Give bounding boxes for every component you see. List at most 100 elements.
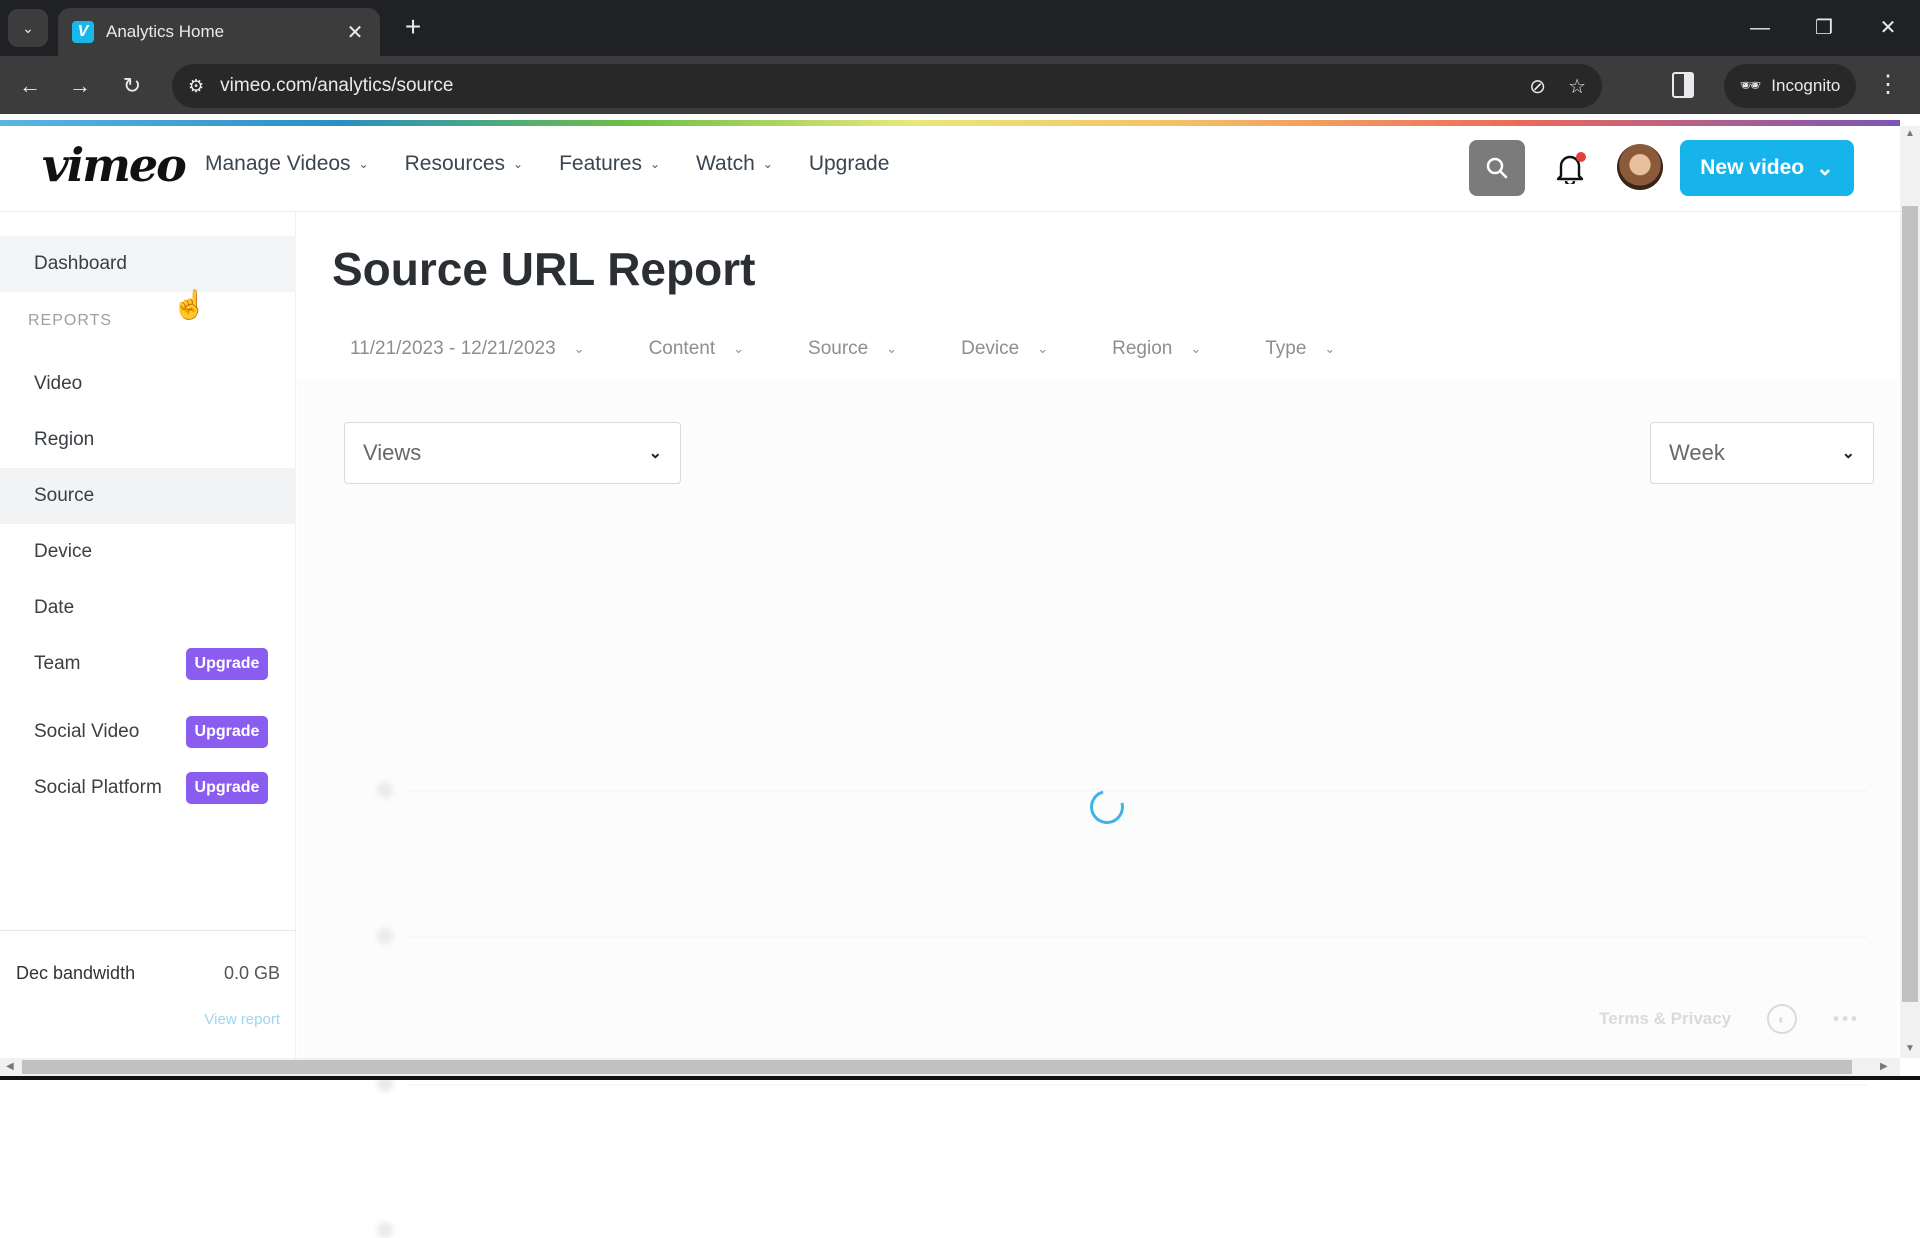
vimeo-favicon-icon: V <box>72 21 94 43</box>
placeholder-gridline <box>407 936 1867 938</box>
chevron-down-icon: ⌄ <box>762 157 773 171</box>
filter-region[interactable]: Region ⌄ <box>1112 338 1201 360</box>
arrow-left-icon: ← <box>19 73 41 98</box>
filter-type[interactable]: Type ⌄ <box>1265 338 1335 360</box>
sidebar-item-label: Social Video <box>34 721 140 742</box>
browser-tab[interactable]: V Analytics Home ✕ <box>58 8 380 56</box>
upgrade-badge[interactable]: Upgrade <box>186 716 268 748</box>
placeholder-gridline <box>407 790 1867 792</box>
sidebar-item-region[interactable]: Region <box>0 412 296 468</box>
filter-device[interactable]: Device ⌄ <box>961 338 1048 360</box>
scroll-right-icon[interactable]: ▶ <box>1880 1058 1888 1076</box>
filter-label: 11/21/2023 - 12/21/2023 <box>350 338 556 359</box>
nav-label: Manage Videos <box>205 152 351 175</box>
chevron-down-icon: ⌄ <box>1037 341 1049 356</box>
notifications-button[interactable] <box>1556 152 1588 187</box>
restore-button[interactable]: ❐ <box>1804 10 1844 46</box>
placeholder-gridline <box>407 1084 1867 1086</box>
new-tab-button[interactable]: + <box>396 10 430 44</box>
tab-title: Analytics Home <box>106 22 225 41</box>
nav-resources[interactable]: Resources ⌄ <box>405 152 523 176</box>
filter-source[interactable]: Source ⌄ <box>808 338 897 360</box>
nav-watch[interactable]: Watch ⌄ <box>696 152 773 176</box>
bandwidth-summary: Dec bandwidth 0.0 GB View report <box>0 930 296 1058</box>
incognito-indicator[interactable]: 🕶 Incognito <box>1724 64 1856 108</box>
sidebar-item-label: Device <box>34 541 93 562</box>
forward-button[interactable]: → <box>62 68 98 104</box>
sidebar-item-device[interactable]: Device <box>0 524 296 580</box>
side-panel-icon[interactable] <box>1672 72 1694 98</box>
chevron-down-icon: ⌄ <box>513 157 524 171</box>
nav-manage-videos[interactable]: Manage Videos ⌄ <box>205 152 369 176</box>
bandwidth-value: 0.0 GB <box>223 963 280 983</box>
filter-label: Region <box>1112 338 1173 359</box>
new-video-button[interactable]: New video ⌄ <box>1680 140 1854 196</box>
incognito-icon: 🕶 <box>1739 76 1762 95</box>
more-vertical-icon[interactable]: ⋮ <box>1876 70 1900 100</box>
plus-icon: + <box>404 11 422 42</box>
tab-search-button[interactable]: ⌄ <box>8 9 48 47</box>
star-icon[interactable]: ☆ <box>1568 74 1586 99</box>
nav-label: Features <box>559 152 642 175</box>
tune-icon[interactable]: ⚙ <box>188 76 204 97</box>
sidebar-item-source[interactable]: Source <box>0 468 296 524</box>
reload-button[interactable]: ↻ <box>114 68 150 104</box>
incognito-label: Incognito <box>1771 76 1841 95</box>
eye-off-icon[interactable]: ⊘ <box>1529 74 1546 99</box>
sidebar-item-date[interactable]: Date <box>0 580 296 636</box>
close-icon: ✕ <box>1879 17 1897 39</box>
vimeo-logo[interactable]: vimeo <box>42 138 187 192</box>
chevron-down-icon: ⌄ <box>649 157 661 171</box>
upgrade-badge[interactable]: Upgrade <box>186 772 268 804</box>
chevron-down-icon: ⌄ <box>22 19 34 36</box>
interval-select[interactable]: Week ⌄ <box>1650 422 1874 484</box>
view-report-link[interactable]: View report <box>204 1011 280 1028</box>
sidebar-item-label: Source <box>34 485 95 506</box>
chevron-down-icon: ⌄ <box>886 341 898 356</box>
address-bar[interactable]: ⚙ vimeo.com/analytics/source ⊘ ☆ <box>172 64 1602 108</box>
vertical-scrollbar[interactable]: ▲ ▼ <box>1900 126 1920 1058</box>
scroll-down-icon[interactable]: ▼ <box>1900 1043 1920 1054</box>
placeholder-tick <box>377 928 393 944</box>
theme-toggle-icon[interactable]: ◐ <box>1767 1004 1798 1034</box>
metric-select[interactable]: Views ⌄ <box>344 422 681 484</box>
chevron-down-icon: ⌄ <box>1816 156 1834 180</box>
nav-features[interactable]: Features ⌄ <box>559 152 660 176</box>
search-button[interactable] <box>1469 140 1525 196</box>
upgrade-badge[interactable]: Upgrade <box>186 648 268 680</box>
restore-icon: ❐ <box>1815 17 1833 39</box>
sidebar-item-video[interactable]: Video <box>0 356 296 412</box>
chevron-down-icon: ⌄ <box>648 445 662 462</box>
scroll-up-icon[interactable]: ▲ <box>1900 128 1920 139</box>
sidebar-item-label: Dashboard <box>34 253 127 274</box>
main-content: Source URL Report 11/21/2023 - 12/21/202… <box>297 212 1900 1238</box>
chevron-down-icon: ⌄ <box>1324 341 1336 356</box>
filter-date-range[interactable]: 11/21/2023 - 12/21/2023 ⌄ <box>350 338 585 360</box>
page-title: Source URL Report <box>332 243 756 295</box>
nav-upgrade[interactable]: Upgrade <box>809 152 890 176</box>
close-window-button[interactable]: ✕ <box>1868 10 1908 46</box>
filter-label: Type <box>1265 338 1307 359</box>
more-options-icon[interactable]: ••• <box>1833 1009 1860 1029</box>
sidebar-item-label: Video <box>34 373 83 394</box>
close-icon[interactable]: ✕ <box>344 20 366 45</box>
sidebar-item-dashboard[interactable]: Dashboard <box>0 236 296 292</box>
terms-privacy-link[interactable]: Terms & Privacy <box>1599 1009 1731 1029</box>
scrollbar-thumb[interactable] <box>1902 206 1918 1002</box>
filter-label: Content <box>648 338 716 359</box>
sidebar-item-label: Team <box>34 653 81 674</box>
nav-label: Resources <box>404 152 506 175</box>
scroll-left-icon[interactable]: ◀ <box>6 1058 14 1076</box>
browser-tab-bar: ⌄ V Analytics Home ✕ + — ❐ ✕ <box>0 0 1920 56</box>
avatar[interactable] <box>1617 144 1663 190</box>
nav-label: Watch <box>696 152 755 175</box>
chevron-down-icon: ⌄ <box>358 157 369 171</box>
horizontal-scrollbar[interactable]: ◀ ▶ <box>0 1058 1900 1076</box>
sidebar-item-label: Region <box>34 429 95 450</box>
scrollbar-thumb[interactable] <box>22 1060 1852 1074</box>
back-button[interactable]: ← <box>12 68 48 104</box>
minimize-icon: — <box>1750 17 1770 39</box>
minimize-button[interactable]: — <box>1740 10 1780 46</box>
url-text[interactable]: vimeo.com/analytics/source <box>220 75 1507 97</box>
filter-content[interactable]: Content ⌄ <box>649 338 744 360</box>
